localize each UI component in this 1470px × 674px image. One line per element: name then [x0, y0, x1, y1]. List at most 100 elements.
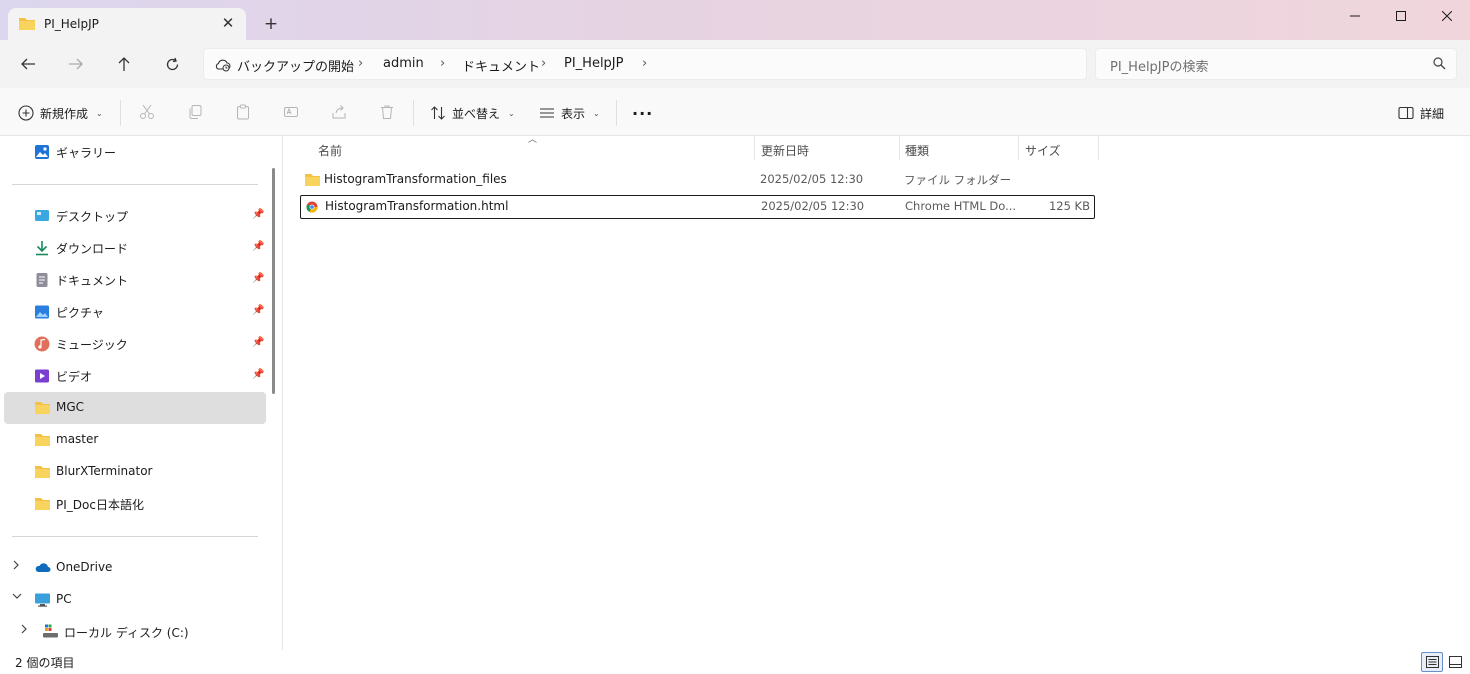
- chevron-down-icon[interactable]: [12, 592, 22, 603]
- sidebar-item-pc[interactable]: PC: [4, 584, 266, 616]
- sidebar-item-downloads[interactable]: ダウンロード 📌: [4, 232, 266, 264]
- pin-icon: 📌: [252, 305, 265, 316]
- sidebar-item-label: PC: [56, 592, 72, 606]
- tab-title: PI_HelpJP: [44, 17, 99, 31]
- chevron-right-icon[interactable]: [20, 624, 28, 637]
- file-row[interactable]: HistogramTransformation.html 2025/02/05 …: [300, 195, 1095, 219]
- file-name: HistogramTransformation.html: [325, 199, 509, 213]
- chevron-down-icon: ⌄: [96, 108, 103, 118]
- folder-icon: [304, 172, 321, 190]
- sidebar-item-onedrive[interactable]: OneDrive: [4, 552, 266, 584]
- sidebar-item-mgc[interactable]: MGC: [4, 392, 266, 424]
- sort-button[interactable]: 並べ替え ⌄: [430, 100, 515, 126]
- chevron-right-icon[interactable]: [12, 560, 20, 573]
- refresh-button[interactable]: [158, 51, 186, 77]
- divider: [12, 536, 258, 537]
- sidebar-item-label: BlurXTerminator: [56, 464, 153, 478]
- sidebar-scrollbar[interactable]: [272, 168, 275, 394]
- view-button-label: 表示: [561, 106, 586, 121]
- minimize-icon: [1350, 15, 1360, 17]
- download-icon: [34, 240, 50, 256]
- video-icon: [34, 368, 50, 384]
- address-bar[interactable]: バックアップの開始 › admin › ドキュメント › PI_HelpJP ›: [203, 48, 1087, 80]
- plus-circle-icon: [18, 105, 34, 121]
- delete-button[interactable]: [376, 101, 398, 123]
- share-icon: [332, 105, 346, 119]
- sidebar-item-pi-doc[interactable]: PI_Doc日本語化: [4, 488, 266, 520]
- maximize-button[interactable]: [1378, 0, 1424, 32]
- breadcrumb-admin[interactable]: admin: [383, 56, 424, 71]
- trash-icon: [381, 105, 393, 119]
- up-button[interactable]: [110, 51, 138, 77]
- sort-button-label: 並べ替え: [452, 106, 501, 121]
- details-pane-button[interactable]: 詳細: [1398, 100, 1444, 126]
- file-list: ︿ 名前 更新日時 種類 サイズ HistogramTransformation…: [284, 135, 1470, 650]
- gallery-icon: [34, 144, 50, 160]
- minimize-button[interactable]: [1332, 0, 1378, 32]
- rename-icon: [284, 107, 298, 117]
- column-header-name[interactable]: 名前: [318, 142, 342, 159]
- breadcrumb-separator[interactable]: ›: [642, 56, 647, 71]
- arrow-right-icon: [69, 58, 83, 70]
- paste-button[interactable]: [232, 101, 254, 123]
- column-header-modified[interactable]: 更新日時: [761, 142, 809, 159]
- sidebar-item-local-disk[interactable]: ローカル ディスク (C:): [4, 616, 266, 648]
- file-row[interactable]: HistogramTransformation_files 2025/02/05…: [300, 168, 1095, 192]
- search-input[interactable]: PI_HelpJPの検索: [1095, 48, 1457, 80]
- document-icon: [34, 272, 50, 288]
- folder-icon: [34, 496, 50, 512]
- sidebar-item-music[interactable]: ミュージック 📌: [4, 328, 266, 360]
- divider: [12, 184, 258, 185]
- sort-icon: [431, 106, 445, 120]
- large-icons-view-icon: [1448, 656, 1462, 668]
- details-view-button[interactable]: [1421, 652, 1443, 672]
- details-pane-icon: [1398, 106, 1414, 120]
- divider: [120, 100, 121, 126]
- column-header-size[interactable]: サイズ: [1025, 142, 1061, 159]
- share-button[interactable]: [328, 101, 350, 123]
- breadcrumb-separator[interactable]: ›: [440, 56, 445, 71]
- view-button[interactable]: 表示 ⌄: [539, 100, 600, 126]
- chevron-down-icon: ⌄: [508, 108, 515, 118]
- sidebar-item-gallery[interactable]: ギャラリー: [4, 136, 266, 168]
- copy-button[interactable]: [184, 101, 206, 123]
- pin-icon: 📌: [252, 273, 265, 284]
- cut-button[interactable]: [136, 101, 158, 123]
- breadcrumb-pi-helpjp[interactable]: PI_HelpJP: [564, 56, 623, 71]
- sidebar-item-desktop[interactable]: デスクトップ 📌: [4, 200, 266, 232]
- folder-icon: [34, 400, 50, 416]
- column-divider[interactable]: [899, 136, 900, 160]
- more-options-button[interactable]: ···: [632, 100, 653, 126]
- sidebar-item-pictures[interactable]: ピクチャ 📌: [4, 296, 266, 328]
- new-button[interactable]: 新規作成 ⌄: [18, 100, 103, 126]
- close-tab-button[interactable]: ✕: [218, 13, 238, 33]
- column-divider[interactable]: [1098, 136, 1099, 160]
- column-header-type[interactable]: 種類: [905, 142, 929, 159]
- breadcrumb-backup[interactable]: バックアップの開始: [237, 56, 354, 75]
- divider: [413, 100, 414, 126]
- new-tab-button[interactable]: +: [260, 13, 282, 35]
- sidebar-item-blurxterminator[interactable]: BlurXTerminator: [4, 456, 266, 488]
- column-divider[interactable]: [1018, 136, 1019, 160]
- rename-button[interactable]: [280, 101, 302, 123]
- sidebar-item-master[interactable]: master: [4, 424, 266, 456]
- navigation-bar: バックアップの開始 › admin › ドキュメント › PI_HelpJP ›…: [0, 40, 1470, 88]
- sidebar-item-documents[interactable]: ドキュメント 📌: [4, 264, 266, 296]
- breadcrumb-separator[interactable]: ›: [541, 56, 546, 71]
- forward-button[interactable]: [62, 51, 90, 77]
- column-divider[interactable]: [754, 136, 755, 160]
- refresh-icon: [166, 57, 178, 70]
- item-count: 2 個の項目: [15, 656, 75, 670]
- sidebar-item-videos[interactable]: ビデオ 📌: [4, 360, 266, 392]
- file-size: 125 KB: [1048, 199, 1090, 213]
- large-icons-view-button[interactable]: [1444, 652, 1466, 672]
- breadcrumb-separator[interactable]: ›: [358, 56, 363, 71]
- column-headers: ︿ 名前 更新日時 種類 サイズ: [284, 135, 1104, 160]
- sidebar-item-label: PI_Doc日本語化: [56, 498, 144, 512]
- close-window-button[interactable]: [1424, 0, 1470, 32]
- new-button-label: 新規作成: [40, 106, 89, 121]
- breadcrumb-documents[interactable]: ドキュメント: [462, 56, 540, 75]
- chrome-html-icon: [306, 201, 318, 216]
- back-button[interactable]: [14, 51, 42, 77]
- backup-cloud-icon: [214, 57, 231, 75]
